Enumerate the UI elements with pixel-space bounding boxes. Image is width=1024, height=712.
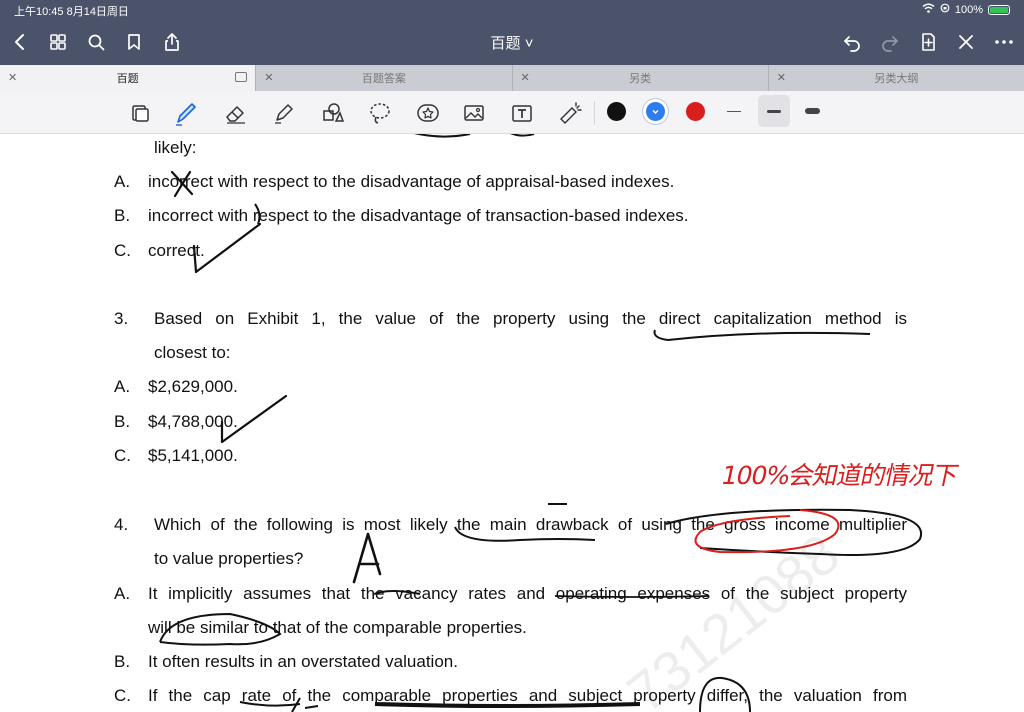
q4-option-a-cont: will be similar to that of the comparabl… bbox=[148, 618, 527, 637]
option-letter: C. bbox=[114, 686, 131, 705]
battery-icon bbox=[988, 4, 1010, 15]
option-letter: A. bbox=[114, 584, 131, 603]
option-letter: C. bbox=[114, 446, 131, 465]
document-title-menu[interactable]: 百题 ˅ bbox=[491, 35, 534, 52]
layout-icon[interactable] bbox=[235, 72, 248, 82]
sticker-icon[interactable] bbox=[412, 97, 444, 129]
option-letter: A. bbox=[114, 172, 131, 191]
question-3-text: Based on Exhibit 1, the value of the pro… bbox=[154, 309, 907, 328]
q3-option-a: $2,629,000. bbox=[148, 377, 238, 396]
q2-option-c: correct. bbox=[148, 241, 205, 260]
watermark: 73121088 bbox=[615, 521, 851, 712]
read-mode-icon[interactable] bbox=[124, 97, 156, 129]
underline-mark bbox=[653, 329, 871, 342]
option-letter: A. bbox=[114, 377, 131, 396]
highlighter-icon[interactable] bbox=[268, 97, 300, 129]
handwritten-answer-mark bbox=[352, 532, 382, 584]
red-handwritten-note: 100%会知道的情况下 bbox=[718, 461, 961, 490]
chevron-down-icon bbox=[652, 109, 659, 115]
tab-bai-ti-answers[interactable]: ✕ 百题答案 bbox=[256, 65, 513, 91]
tab-label: 另类 bbox=[629, 73, 652, 85]
tab-label: 另类大纲 bbox=[874, 73, 919, 85]
stroke-medium-option-selected[interactable] bbox=[758, 95, 790, 127]
close-icon[interactable]: ✕ bbox=[8, 71, 17, 84]
lasso-icon[interactable] bbox=[364, 97, 396, 129]
laser-pointer-icon[interactable] bbox=[554, 97, 586, 129]
question-4-text-cont: to value properties? bbox=[154, 549, 304, 568]
eraser-icon[interactable] bbox=[220, 97, 252, 129]
tab-label: 百题答案 bbox=[361, 73, 406, 85]
option-letter: B. bbox=[114, 652, 131, 671]
bookmark-icon[interactable] bbox=[120, 28, 148, 56]
q4-option-a: It implicitly assumes that the vacancy r… bbox=[148, 584, 907, 603]
close-icon[interactable]: ✕ bbox=[264, 71, 273, 84]
pen-off-icon[interactable] bbox=[952, 28, 980, 56]
drawing-toolbar bbox=[0, 91, 1024, 134]
wifi-icon bbox=[922, 3, 935, 16]
top-bar: 上午10:45 8月14日周日 100% 百题 ˅ bbox=[0, 0, 1024, 65]
orientation-lock-icon bbox=[940, 3, 950, 16]
toolbar-divider bbox=[594, 101, 595, 125]
color-blue-swatch-selected[interactable] bbox=[646, 102, 665, 121]
option-letter: B. bbox=[114, 206, 131, 225]
document-title: 百题 ˅ bbox=[0, 32, 1024, 53]
question-3-text-cont: closest to: bbox=[154, 343, 231, 362]
close-icon[interactable]: ✕ bbox=[521, 71, 530, 84]
question-4-text: Which of the following is most likely th… bbox=[154, 515, 907, 534]
document-tabs: ✕ 百题 ✕ 百题答案 ✕ 另类 ✕ 另类大纲 bbox=[0, 65, 1024, 91]
q2-option-a: incorrect with respect to the disadvanta… bbox=[148, 172, 675, 191]
option-letter: B. bbox=[114, 412, 131, 431]
question-2-tail: likely: bbox=[154, 138, 197, 157]
stroke-thick-option[interactable] bbox=[805, 108, 820, 114]
add-page-icon[interactable] bbox=[914, 28, 942, 56]
q2-option-b: incorrect with respect to the disadvanta… bbox=[148, 206, 689, 225]
stroke-thin-option[interactable] bbox=[727, 111, 741, 112]
undo-icon[interactable] bbox=[838, 28, 866, 56]
status-indicators: 100% bbox=[922, 3, 1010, 16]
color-red-swatch[interactable] bbox=[686, 102, 705, 121]
back-icon[interactable] bbox=[6, 28, 34, 56]
shapes-icon[interactable] bbox=[316, 97, 348, 129]
text-box-icon[interactable] bbox=[506, 97, 538, 129]
battery-percent: 100% bbox=[954, 3, 983, 16]
question-number: 4. bbox=[114, 515, 129, 534]
q3-option-b: $4,788,000. bbox=[148, 412, 238, 431]
grid-view-icon[interactable] bbox=[44, 28, 72, 56]
share-icon[interactable] bbox=[158, 28, 186, 56]
question-number: 3. bbox=[114, 309, 129, 328]
tab-alternative-outline[interactable]: ✕ 另类大纲 bbox=[769, 65, 1024, 91]
tab-alternative[interactable]: ✕ 另类 bbox=[513, 65, 769, 91]
more-icon[interactable] bbox=[990, 28, 1018, 56]
q4-option-b: It often results in an overstated valuat… bbox=[148, 652, 458, 671]
q4-option-c: If the cap rate of the comparable proper… bbox=[148, 686, 907, 705]
tab-bai-ti[interactable]: ✕ 百题 bbox=[0, 65, 257, 91]
color-black-swatch[interactable] bbox=[607, 102, 626, 121]
pen-tool-icon[interactable] bbox=[170, 97, 202, 129]
search-icon[interactable] bbox=[82, 28, 110, 56]
status-time: 上午10:45 8月14日周日 bbox=[14, 6, 129, 18]
redo-icon[interactable] bbox=[876, 28, 904, 56]
q3-option-c: $5,141,000. bbox=[148, 446, 238, 465]
option-letter: C. bbox=[114, 241, 131, 260]
tab-label: 百题 bbox=[116, 73, 139, 85]
document-page[interactable]: 73121088 likely: A. incorrect with respe… bbox=[0, 134, 1024, 712]
image-icon[interactable] bbox=[458, 97, 490, 129]
close-icon[interactable]: ✕ bbox=[777, 71, 786, 84]
